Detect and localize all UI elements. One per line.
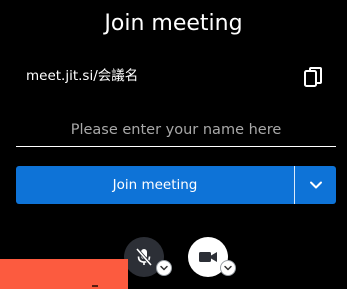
prejoin-screen: Join meeting meet.jit.si/会議名 Join meetin… [0, 0, 347, 289]
join-options-button[interactable] [295, 166, 336, 204]
copy-icon[interactable] [303, 66, 325, 90]
microphone-options-button[interactable] [156, 260, 172, 276]
microphone-muted-icon [135, 247, 153, 267]
chevron-down-icon [224, 265, 232, 271]
camera-options-button[interactable] [220, 260, 236, 276]
chevron-down-icon [160, 265, 168, 271]
join-button-group: Join meeting [16, 166, 336, 204]
orange-panel [0, 259, 128, 289]
name-input[interactable] [16, 113, 336, 147]
page-title: Join meeting [104, 11, 243, 36]
meeting-url: meet.jit.si/会議名 [26, 68, 139, 84]
copy-icon-graphic [304, 67, 322, 87]
video-camera-icon [199, 252, 217, 262]
orange-panel-mark [92, 285, 98, 287]
chevron-down-icon [309, 181, 322, 189]
join-meeting-button[interactable]: Join meeting [16, 166, 294, 204]
join-button-divider [294, 166, 295, 204]
